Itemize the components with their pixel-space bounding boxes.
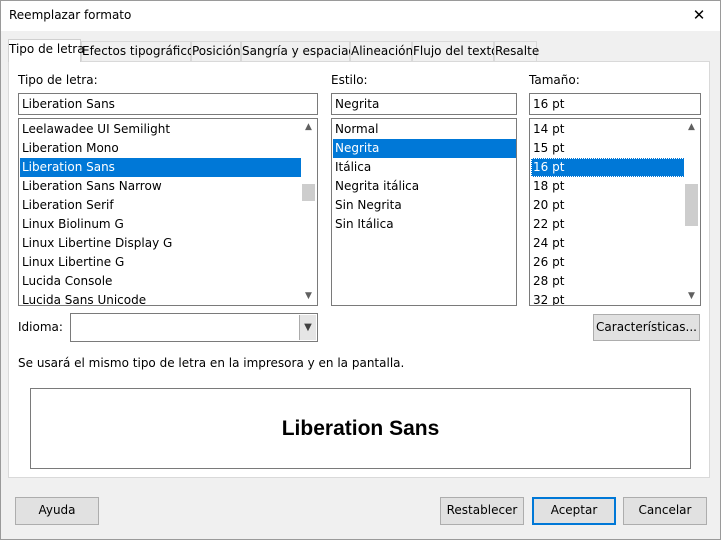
language-label: Idioma: [18, 320, 63, 334]
size-list-item[interactable]: 28 pt [531, 272, 685, 291]
style-list-item[interactable]: Itálica [333, 158, 516, 177]
font-list-item[interactable]: Linux Libertine Display G [20, 234, 302, 253]
size-list-item[interactable]: 24 pt [531, 234, 685, 253]
window-title: Reemplazar formato [9, 8, 132, 22]
style-listbox[interactable]: Sin Itálica Sin Negrita Negrita itálica Itá… [331, 118, 517, 306]
font-label: Tipo de letra: [18, 73, 98, 87]
font-list-item[interactable]: Liberation Sans [20, 158, 302, 177]
font-listbox[interactable]: Lucida Sans Unicode Lucida Console Linux L… [18, 118, 318, 306]
close-icon[interactable]: ✕ [684, 4, 714, 26]
tab-indents-spacing[interactable]: Sangría y espaciado [241, 41, 363, 61]
size-list-item[interactable]: 22 pt [531, 215, 685, 234]
scroll-up-icon[interactable]: ▲ [301, 120, 316, 135]
font-list-scrollbar[interactable]: ▲ ▼ [301, 120, 316, 304]
tab-font[interactable]: Tipo de letra [8, 39, 85, 62]
size-list-item[interactable]: 16 pt [531, 158, 685, 177]
help-button[interactable]: Ayuda [15, 497, 99, 525]
size-list-item[interactable]: 26 pt [531, 253, 685, 272]
tab-alignment[interactable]: Alineación [350, 41, 413, 61]
font-preview: Liberation Sans [30, 388, 691, 469]
size-input[interactable]: 16 pt [529, 93, 701, 115]
font-list-item[interactable]: Leelawadee UI Semilight [20, 120, 302, 139]
scrollbar-thumb[interactable] [302, 184, 315, 201]
font-list-item[interactable]: Liberation Serif [20, 196, 302, 215]
tab-position[interactable]: Posición [191, 41, 241, 61]
ok-button[interactable]: Aceptar [532, 497, 616, 525]
tab-font-effects[interactable]: Efectos tipográficos [81, 41, 201, 61]
font-name-input[interactable]: Liberation Sans [18, 93, 318, 115]
scroll-down-icon[interactable]: ▼ [684, 289, 699, 304]
tab-text-flow[interactable]: Flujo del texto [412, 41, 499, 61]
font-list-item[interactable]: Liberation Mono [20, 139, 302, 158]
preview-text: Liberation Sans [281, 417, 440, 440]
size-list-item[interactable]: 32 pt [531, 291, 685, 305]
style-list-item[interactable]: Sin Itálica [333, 215, 516, 234]
scroll-down-icon[interactable]: ▼ [301, 289, 316, 304]
size-label: Tamaño: [529, 73, 580, 87]
style-label: Estilo: [331, 73, 368, 87]
font-list-item[interactable]: Lucida Console [20, 272, 302, 291]
style-list-item[interactable]: Sin Negrita [333, 196, 516, 215]
font-list-item[interactable]: Linux Libertine G [20, 253, 302, 272]
font-list-item[interactable]: Lucida Sans Unicode [20, 291, 302, 305]
style-input[interactable]: Negrita [331, 93, 517, 115]
info-text: Se usará el mismo tipo de letra en la im… [18, 356, 405, 370]
features-button[interactable]: Características... [593, 314, 700, 341]
chevron-down-icon[interactable]: ▼ [299, 315, 316, 340]
reset-button[interactable]: Restablecer [440, 497, 524, 525]
size-list-item[interactable]: 18 pt [531, 177, 685, 196]
size-list-item[interactable]: 15 pt [531, 139, 685, 158]
font-list-item[interactable]: Liberation Sans Narrow [20, 177, 302, 196]
size-list-item[interactable]: 14 pt [531, 120, 685, 139]
font-list-item[interactable]: Linux Biolinum G [20, 215, 302, 234]
size-listbox[interactable]: 32 pt 28 pt 26 pt 24 pt 22 pt 20 pt 18 pt 16 pt… [529, 118, 701, 306]
tab-highlighting[interactable]: Resalte [494, 41, 539, 61]
language-combobox[interactable]: ▼ [70, 313, 318, 342]
style-list-item[interactable]: Negrita [333, 139, 516, 158]
size-list-scrollbar[interactable]: ▲ ▼ [684, 120, 699, 304]
style-list-item[interactable]: Normal [333, 120, 516, 139]
scroll-up-icon[interactable]: ▲ [684, 120, 699, 135]
size-list-item[interactable]: 20 pt [531, 196, 685, 215]
cancel-button[interactable]: Cancelar [623, 497, 707, 525]
style-list-item[interactable]: Negrita itálica [333, 177, 516, 196]
scrollbar-thumb[interactable] [685, 184, 698, 226]
